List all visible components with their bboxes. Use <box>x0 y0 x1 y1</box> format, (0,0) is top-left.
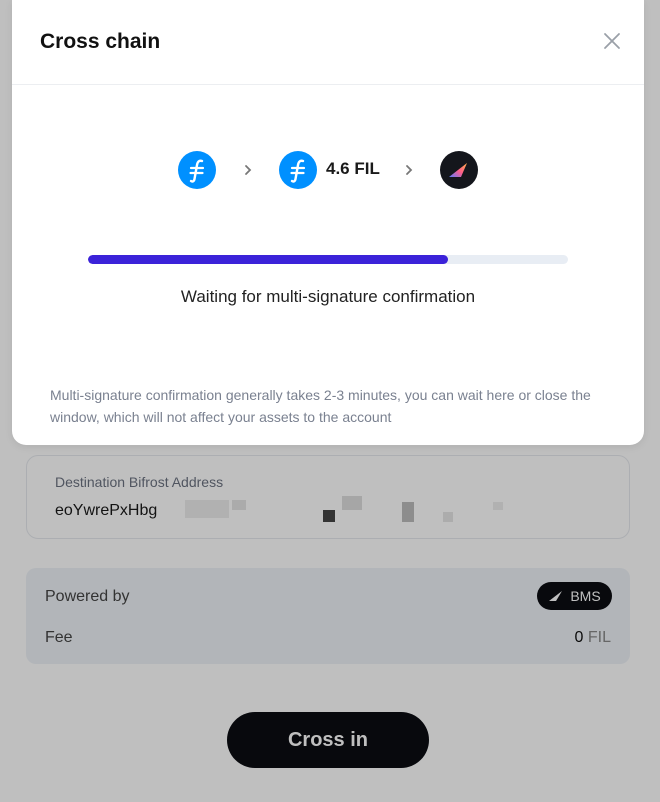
filecoin-icon <box>178 151 216 189</box>
cross-chain-route: 4.6 FIL <box>12 150 644 190</box>
cross-chain-modal: Cross chain 4.6 FIL Waiting for multi-si… <box>12 0 644 445</box>
progress-bar-fill <box>88 255 448 264</box>
chevron-right-icon <box>406 165 413 175</box>
modal-title: Cross chain <box>40 30 161 53</box>
close-icon[interactable] <box>602 31 622 51</box>
progress-bar <box>88 255 568 264</box>
modal-header: Cross chain <box>12 0 644 85</box>
transfer-amount: 4.6 FIL <box>326 159 380 178</box>
bifrost-icon <box>440 151 478 189</box>
status-message: Waiting for multi-signature confirmation <box>180 287 476 306</box>
info-note: Multi-signature confirmation generally t… <box>50 387 591 425</box>
filecoin-icon <box>279 151 317 189</box>
chevron-right-icon <box>245 165 252 175</box>
